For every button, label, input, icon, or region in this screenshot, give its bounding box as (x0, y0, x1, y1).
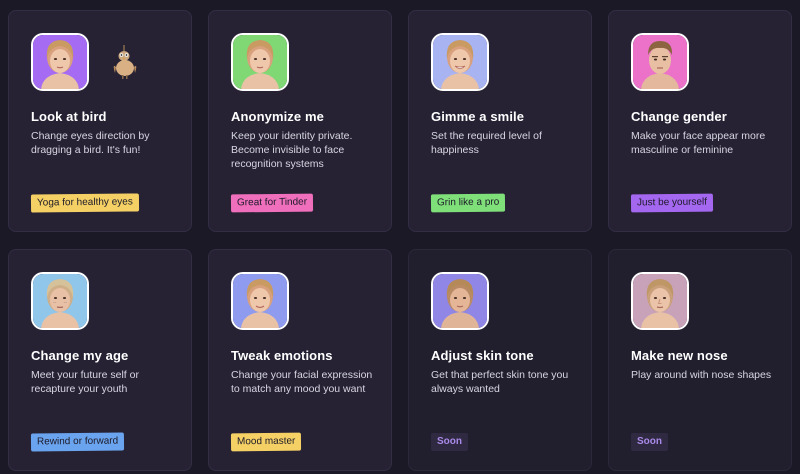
face-avatar (431, 33, 489, 91)
card-tag: Great for Tinder (230, 193, 314, 213)
face-avatar (231, 272, 289, 330)
face-icon (33, 274, 87, 328)
card-tag: Just be yourself (630, 193, 714, 213)
card-anonymize-me[interactable]: Anonymize me Keep your identity private.… (208, 10, 392, 232)
bird-icon[interactable] (111, 45, 139, 79)
card-description: Change your facial expression to match a… (231, 369, 373, 395)
card-tweak-emotions[interactable]: Tweak emotions Change your facial expres… (208, 249, 392, 471)
soon-badge: Soon (431, 433, 468, 451)
card-tag: Rewind or forward (30, 432, 125, 452)
face-icon (433, 274, 487, 328)
card-description: Make your face appear more masculine or … (631, 130, 766, 156)
card-title: Change my age (31, 348, 129, 363)
feature-grid: Look at bird Change eyes direction by dr… (0, 0, 800, 474)
card-title: Gimme a smile (431, 109, 525, 124)
face-avatar (631, 33, 689, 91)
card-tag: Mood master (230, 432, 302, 452)
card-description: Get that perfect skin tone you always wa… (431, 369, 569, 395)
face-avatar (31, 272, 89, 330)
card-change-gender[interactable]: Change gender Make your face appear more… (608, 10, 792, 232)
card-tag: Yoga for healthy eyes (30, 193, 139, 213)
face-icon (433, 35, 487, 89)
face-icon (633, 35, 687, 89)
card-adjust-skin-tone[interactable]: Adjust skin tone Get that perfect skin t… (408, 249, 592, 471)
face-avatar (631, 272, 689, 330)
face-icon (33, 35, 87, 89)
card-description: Play around with nose shapes (631, 369, 772, 381)
card-description: Meet your future self or recapture your … (31, 369, 139, 395)
card-description: Keep your identity private. Become invis… (231, 130, 353, 170)
face-icon (233, 274, 287, 328)
card-title: Make new nose (631, 348, 728, 363)
face-icon (233, 35, 287, 89)
card-gimme-a-smile[interactable]: Gimme a smile Set the required level of … (408, 10, 592, 232)
face-avatar (31, 33, 89, 91)
card-title: Adjust skin tone (431, 348, 534, 363)
card-look-at-bird[interactable]: Look at bird Change eyes direction by dr… (8, 10, 192, 232)
card-change-my-age[interactable]: Change my age Meet your future self or r… (8, 249, 192, 471)
card-description: Set the required level of happiness (431, 130, 542, 156)
face-icon (633, 274, 687, 328)
face-avatar (231, 33, 289, 91)
card-title: Change gender (631, 109, 727, 124)
card-make-new-nose[interactable]: Make new nose Play around with nose shap… (608, 249, 792, 471)
face-avatar (431, 272, 489, 330)
card-tag: Grin like a pro (430, 193, 506, 213)
card-title: Tweak emotions (231, 348, 333, 363)
soon-badge: Soon (631, 433, 668, 451)
card-title: Look at bird (31, 109, 107, 124)
card-title: Anonymize me (231, 109, 324, 124)
card-description: Change eyes direction by dragging a bird… (31, 130, 150, 156)
